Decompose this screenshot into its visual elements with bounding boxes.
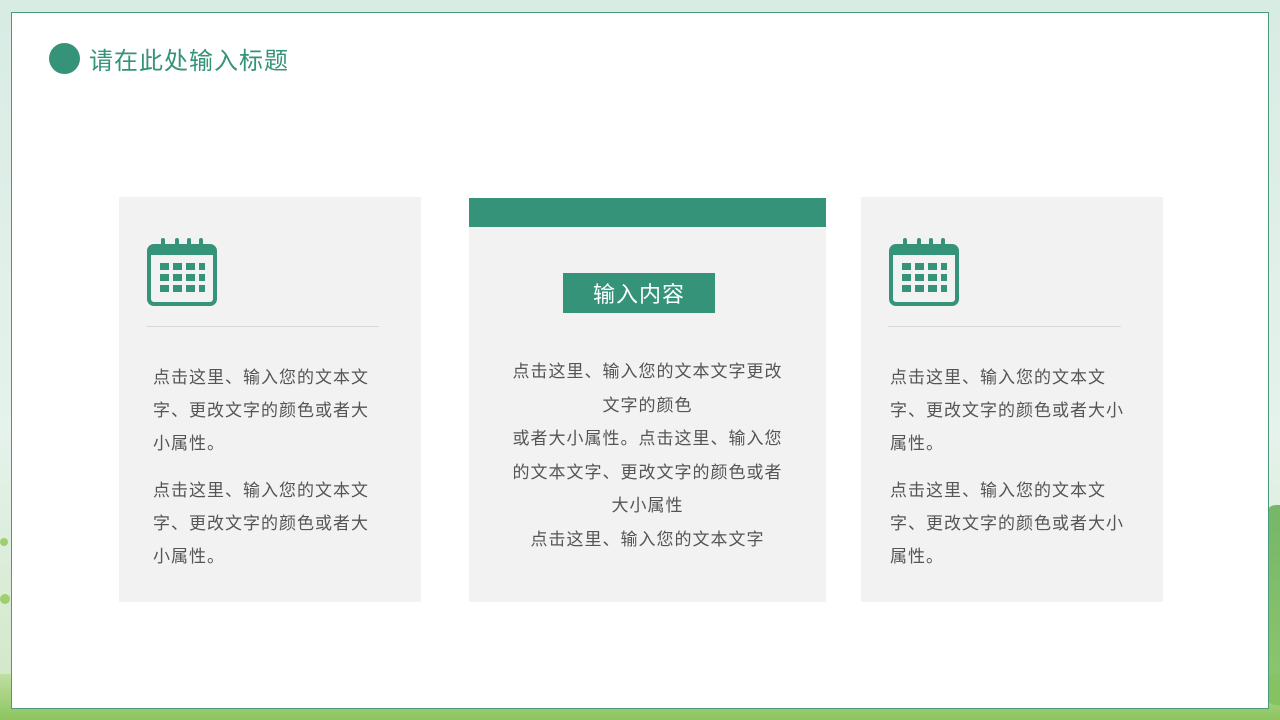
card-right-paragraph-1[interactable]: 点击这里、输入您的文本文字、更改文字的颜色或者大小属性。 — [890, 362, 1140, 461]
card-middle: 输入内容 点击这里、输入您的文本文字更改文字的颜色 或者大小属性。点击这里、输入… — [469, 198, 826, 602]
calendar-icon — [889, 238, 959, 306]
card-left: 点击这里、输入您的文本文字、更改文字的颜色或者大小属性。 点击这里、输入您的文本… — [119, 197, 421, 602]
card-left-paragraph-1[interactable]: 点击这里、输入您的文本文字、更改文字的颜色或者大小属性。 — [153, 362, 383, 461]
card-middle-line: 或者大小属性。点击这里、输入您的文本文字、更改文字的颜色或者大小属性 — [512, 429, 783, 516]
card-right: 点击这里、输入您的文本文字、更改文字的颜色或者大小属性。 点击这里、输入您的文本… — [861, 197, 1163, 602]
card-divider — [146, 326, 379, 327]
slide-header: 请在此处输入标题 — [49, 41, 289, 76]
slide-title[interactable]: 请在此处输入标题 — [89, 41, 289, 76]
calendar-icon — [147, 238, 217, 306]
card-middle-line: 点击这里、输入您的文本文字 — [530, 529, 765, 550]
slide-canvas: 请在此处输入标题 点击这里、输入您的文本文字、更改文字的颜色或者大小属性。 点击… — [11, 12, 1269, 709]
card-right-paragraph-2[interactable]: 点击这里、输入您的文本文字、更改文字的颜色或者大小属性。 — [890, 475, 1140, 574]
card-divider — [888, 326, 1121, 327]
card-middle-top-bar — [469, 198, 826, 227]
card-middle-text[interactable]: 点击这里、输入您的文本文字更改文字的颜色 或者大小属性。点击这里、输入您的文本文… — [509, 356, 786, 557]
card-middle-line: 点击这里、输入您的文本文字更改文字的颜色 — [512, 362, 783, 416]
decorative-dot — [0, 538, 8, 546]
title-bullet-icon — [49, 43, 80, 74]
card-middle-label[interactable]: 输入内容 — [563, 273, 715, 313]
decorative-dot — [0, 594, 10, 604]
card-left-paragraph-2[interactable]: 点击这里、输入您的文本文字、更改文字的颜色或者大小属性。 — [153, 475, 383, 574]
